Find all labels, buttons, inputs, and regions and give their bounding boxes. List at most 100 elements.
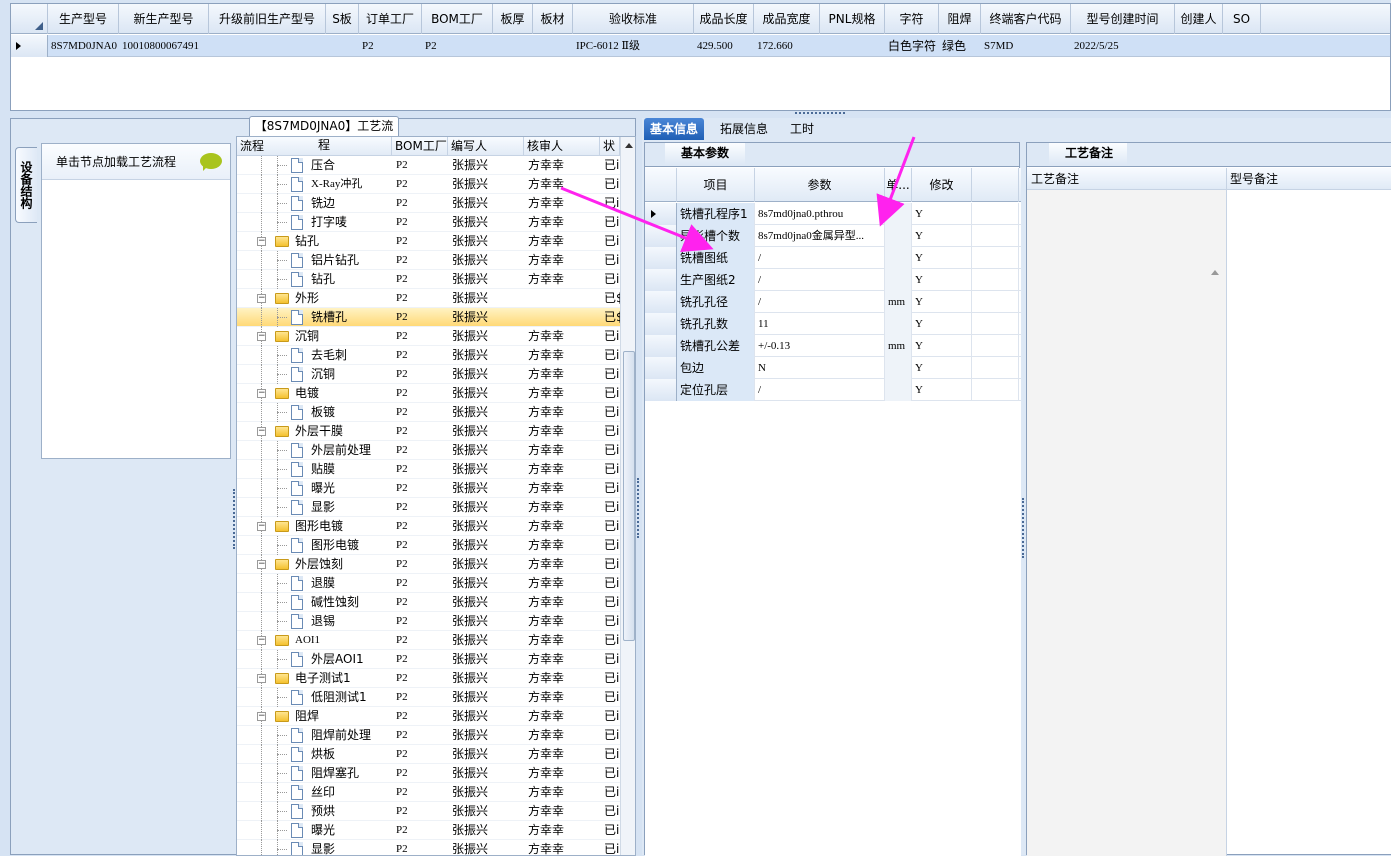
scroll-up-icon[interactable] xyxy=(1211,270,1219,275)
tab-equipment-structure[interactable]: 设备结构 xyxy=(15,147,37,223)
tree-node[interactable]: 去毛刺 P2 张振兴 方幸幸 已i xyxy=(237,346,620,365)
collapse-icon[interactable]: − xyxy=(257,636,266,645)
param-row[interactable]: 铣槽图纸 / Y xyxy=(645,247,1021,269)
cell-new-model[interactable]: 10010800067491 xyxy=(119,35,209,57)
param-value[interactable]: / xyxy=(755,291,885,313)
tab-basic-params[interactable]: 基本参数 xyxy=(649,142,729,164)
tree-node[interactable]: − 沉铜 P2 张振兴 方幸幸 已i xyxy=(237,327,620,346)
cell-material[interactable] xyxy=(533,35,573,57)
tree-col-writer[interactable]: 编写人 xyxy=(448,137,524,156)
param-row[interactable]: 铣槽孔程序1 8s7md0jna0.pthrou Y xyxy=(645,203,1021,225)
tree-node[interactable]: 板镀 P2 张振兴 方幸幸 已i xyxy=(237,403,620,422)
tree-col-status[interactable]: 状 xyxy=(600,137,620,156)
param-value[interactable]: / xyxy=(755,379,885,401)
col-header-customer-code[interactable]: 终端客户代码 xyxy=(981,4,1071,34)
tree-col-bom[interactable]: BOM工厂 xyxy=(392,137,448,156)
param-edit[interactable]: Y xyxy=(912,313,972,335)
table-row[interactable]: 8S7MD0JNA0 10010800067491 P2 P2 IPC-6012… xyxy=(11,35,1390,57)
tree-node[interactable]: − 外层干膜 P2 张振兴 方幸幸 已i xyxy=(237,422,620,441)
tree-node[interactable]: 铝片钻孔 P2 张振兴 方幸幸 已i xyxy=(237,251,620,270)
tree-node[interactable]: 退锡 P2 张振兴 方幸幸 已i xyxy=(237,612,620,631)
tree-node[interactable]: 低阻测试1 P2 张振兴 方幸幸 已i xyxy=(237,688,620,707)
param-row[interactable]: 铣孔孔径 / mm Y xyxy=(645,291,1021,313)
process-notes-area[interactable] xyxy=(1027,190,1226,856)
tree-node[interactable]: 阻焊前处理 P2 张振兴 方幸幸 已i xyxy=(237,726,620,745)
tree-node[interactable]: 贴膜 P2 张振兴 方幸幸 已i xyxy=(237,460,620,479)
cell-created[interactable]: 2022/5/25 xyxy=(1071,35,1175,57)
cell-thickness[interactable] xyxy=(493,35,533,57)
tree-node[interactable]: − 电子测试1 P2 张振兴 方幸幸 已i xyxy=(237,669,620,688)
tab-work-hours[interactable]: 工时 xyxy=(784,118,820,140)
horizontal-splitter[interactable] xyxy=(0,111,1391,117)
cell-customer-code[interactable]: S7MD xyxy=(981,35,1071,57)
tree-node[interactable]: − 图形电镀 P2 张振兴 方幸幸 已i xyxy=(237,517,620,536)
cell-legend[interactable]: 白色字符 xyxy=(885,35,939,57)
cell-creator[interactable] xyxy=(1175,35,1223,57)
scroll-thumb[interactable] xyxy=(623,351,635,641)
params-col-unit[interactable]: 单... xyxy=(885,168,912,202)
cell-width[interactable]: 172.660 xyxy=(754,35,820,57)
col-header-created[interactable]: 型号创建时间 xyxy=(1071,4,1175,34)
param-edit[interactable]: Y xyxy=(912,379,972,401)
col-header-s-board[interactable]: S板 xyxy=(326,4,359,34)
cell-old-model[interactable] xyxy=(209,35,326,57)
param-value[interactable]: / xyxy=(755,269,885,291)
cell-pnl[interactable] xyxy=(820,35,885,57)
col-header-width[interactable]: 成品宽度 xyxy=(754,4,820,34)
param-row[interactable]: 生产图纸2/ Y xyxy=(645,269,1021,291)
tree-node[interactable]: 烘板 P2 张振兴 方幸幸 已i xyxy=(237,745,620,764)
tree-node[interactable]: 压合 P2 张振兴 方幸幸 已i xyxy=(237,156,620,175)
tree-node[interactable]: 曝光 P2 张振兴 方幸幸 已i xyxy=(237,821,620,840)
cell-solder-mask[interactable]: 绿色 xyxy=(939,35,981,57)
tree-node[interactable]: 钻孔 P2 张振兴 方幸幸 已i xyxy=(237,270,620,289)
tree-node[interactable]: 显影 P2 张振兴 方幸幸 已i xyxy=(237,840,620,855)
tree-node[interactable]: 铣槽孔 P2 张振兴 已$ xyxy=(237,308,620,327)
tree-node[interactable]: − 阻焊 P2 张振兴 方幸幸 已i xyxy=(237,707,620,726)
param-edit[interactable]: Y xyxy=(912,291,972,313)
param-row[interactable]: 铣槽孔公差 +/-0.13 mm Y xyxy=(645,335,1021,357)
col-header-new-model[interactable]: 新生产型号 xyxy=(119,4,209,34)
collapse-icon[interactable]: − xyxy=(257,522,266,531)
params-col-value[interactable]: 参数 xyxy=(755,168,885,202)
params-col-item[interactable]: 项目 xyxy=(677,168,755,202)
tree-node[interactable]: 预烘 P2 张振兴 方幸幸 已i xyxy=(237,802,620,821)
cell-model[interactable]: 8S7MD0JNA0 xyxy=(48,35,119,57)
col-header-bom-factory[interactable]: BOM工厂 xyxy=(422,4,493,34)
tree-node[interactable]: − 钻孔 P2 张振兴 方幸幸 已i xyxy=(237,232,620,251)
param-edit[interactable]: Y xyxy=(912,269,972,291)
collapse-icon[interactable]: − xyxy=(257,389,266,398)
col-header-thickness[interactable]: 板厚 xyxy=(493,4,533,34)
param-value[interactable]: / xyxy=(755,247,885,269)
collapse-icon[interactable]: − xyxy=(257,332,266,341)
col-header-so[interactable]: SO xyxy=(1223,4,1261,34)
param-value[interactable]: 8s7md0jna0.pthrou xyxy=(755,203,885,225)
tree-node[interactable]: 铣边 P2 张振兴 方幸幸 已i xyxy=(237,194,620,213)
tree-node[interactable]: 阻焊塞孔 P2 张振兴 方幸幸 已i xyxy=(237,764,620,783)
tree-node[interactable]: − AOI1 P2 张振兴 方幸幸 已i xyxy=(237,631,620,650)
col-header-legend[interactable]: 字符 xyxy=(885,4,939,34)
param-value[interactable]: +/-0.13 xyxy=(755,335,885,357)
param-edit[interactable]: Y xyxy=(912,225,972,247)
collapse-icon[interactable]: − xyxy=(257,674,266,683)
grid-corner[interactable] xyxy=(11,4,48,34)
notes-col-process[interactable]: 工艺备注 xyxy=(1027,168,1079,190)
params-col-edit[interactable]: 修改 xyxy=(912,168,972,202)
param-row[interactable]: 包边 N Y xyxy=(645,357,1021,379)
tree-col-reviewer[interactable]: 核审人 xyxy=(524,137,600,156)
collapse-icon[interactable]: − xyxy=(257,560,266,569)
param-row[interactable]: 异形槽个数 8s7md0jna0金属异型... Y xyxy=(645,225,1021,247)
param-row[interactable]: 定位孔层 / Y xyxy=(645,379,1021,401)
cell-s-board[interactable] xyxy=(326,35,359,57)
col-header-model[interactable]: 生产型号 xyxy=(48,4,119,34)
cell-length[interactable]: 429.500 xyxy=(694,35,754,57)
col-header-standard[interactable]: 验收标准 xyxy=(573,4,694,34)
tree-node[interactable]: 外层AOI1 P2 张振兴 方幸幸 已i xyxy=(237,650,620,669)
tab-process-notes[interactable]: 工艺备注 xyxy=(1033,142,1113,164)
param-value[interactable]: N xyxy=(755,357,885,379)
tree-node[interactable]: − 外形 P2 张振兴 已$ xyxy=(237,289,620,308)
param-edit[interactable]: Y xyxy=(912,335,972,357)
tree-node[interactable]: 图形电镀 P2 张振兴 方幸幸 已i xyxy=(237,536,620,555)
collapse-icon[interactable]: − xyxy=(257,294,266,303)
scroll-up-icon[interactable] xyxy=(625,143,633,148)
param-edit[interactable]: Y xyxy=(912,357,972,379)
